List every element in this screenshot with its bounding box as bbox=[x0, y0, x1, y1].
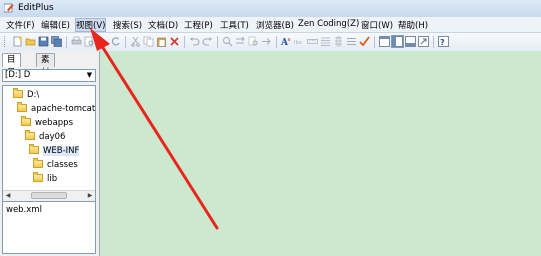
directory-panel: 目录 素材 [D:] D ▼ D:\ apache-tomcat-6 webap… bbox=[0, 51, 100, 256]
print-preview-icon[interactable] bbox=[84, 36, 95, 47]
line-number-icon[interactable] bbox=[320, 36, 331, 47]
tree-node-day06[interactable]: day06 bbox=[25, 130, 66, 143]
toolbar-grip[interactable] bbox=[4, 36, 8, 47]
check-mark-icon[interactable] bbox=[359, 36, 370, 47]
replace-icon[interactable] bbox=[235, 36, 246, 47]
folder-icon bbox=[17, 102, 27, 112]
drive-select-value: [D:] D bbox=[5, 70, 31, 80]
toggle-list-icon[interactable] bbox=[346, 36, 357, 47]
tree-node-label: classes bbox=[47, 160, 78, 170]
tree-node-drive[interactable]: D:\ bbox=[13, 88, 40, 101]
menu-edit[interactable]: 编辑(E) bbox=[41, 19, 70, 31]
tree-node-apache-tomcat[interactable]: apache-tomcat-6 bbox=[17, 102, 96, 115]
tree-node-classes[interactable]: classes bbox=[33, 158, 78, 171]
folder-icon bbox=[33, 172, 43, 182]
spell-check-icon[interactable]: ab bbox=[97, 36, 108, 47]
find-icon[interactable] bbox=[222, 36, 233, 47]
tree-node-webapps[interactable]: webapps bbox=[21, 116, 74, 129]
menu-browser[interactable]: 浏览器(B) bbox=[256, 19, 294, 31]
menu-bar: 文件(F) 编辑(E) 视图(V) 搜索(S) 文档(D) 工程(P) 工具(T… bbox=[0, 17, 541, 32]
folder-icon bbox=[25, 130, 35, 140]
cut-icon[interactable] bbox=[130, 36, 141, 47]
menu-document[interactable]: 文档(D) bbox=[148, 19, 178, 31]
folder-icon bbox=[33, 158, 43, 168]
toolbar-separator bbox=[276, 36, 277, 48]
undo-icon[interactable] bbox=[189, 36, 200, 47]
menu-zen-coding[interactable]: Zen Coding(Z) bbox=[298, 19, 359, 29]
output-window-icon[interactable] bbox=[405, 36, 416, 47]
open-folder-icon[interactable] bbox=[25, 36, 36, 47]
menu-search[interactable]: 搜索(S) bbox=[113, 19, 142, 31]
find-in-files-icon[interactable] bbox=[248, 36, 259, 47]
toolbar-separator bbox=[374, 36, 375, 48]
svg-text:?: ? bbox=[440, 38, 445, 47]
fullscreen-icon[interactable] bbox=[418, 36, 429, 47]
file-item-web-xml[interactable]: web.xml bbox=[6, 205, 42, 215]
title-bar: EditPlus bbox=[0, 0, 541, 18]
toolbar-separator bbox=[66, 36, 67, 48]
toolbar-separator bbox=[184, 36, 185, 48]
save-icon[interactable] bbox=[38, 36, 49, 47]
tab-cliptext[interactable]: 素材 bbox=[36, 53, 55, 78]
word-wrap-icon[interactable]: lbs bbox=[294, 36, 305, 47]
menu-window[interactable]: 窗口(W) bbox=[361, 19, 393, 31]
drive-select[interactable]: [D:] D ▼ bbox=[2, 69, 96, 82]
new-file-icon[interactable] bbox=[12, 36, 23, 47]
svg-text:a: a bbox=[288, 37, 291, 43]
file-list[interactable]: web.xml bbox=[2, 201, 96, 254]
tree-node-label: WEB-INF bbox=[43, 146, 80, 156]
scroll-right-icon[interactable]: ▶ bbox=[85, 191, 95, 201]
menu-help[interactable]: 帮助(H) bbox=[398, 19, 428, 31]
svg-text:ab: ab bbox=[98, 38, 106, 45]
horizontal-scrollbar[interactable]: ◀ ▶ bbox=[3, 190, 95, 201]
copy-icon[interactable] bbox=[143, 36, 154, 47]
refresh-icon[interactable] bbox=[110, 36, 121, 47]
svg-text:lbs: lbs bbox=[294, 40, 302, 46]
folder-icon bbox=[13, 88, 23, 98]
ruler-icon[interactable] bbox=[307, 36, 318, 47]
print-icon[interactable] bbox=[71, 36, 82, 47]
menu-project[interactable]: 工程(P) bbox=[184, 19, 213, 31]
tree-node-web-inf[interactable]: WEB-INF bbox=[29, 144, 80, 157]
tree-node-label: webapps bbox=[35, 118, 74, 128]
tree-node-label: apache-tomcat-6 bbox=[31, 104, 96, 114]
tree-node-label: D:\ bbox=[27, 90, 40, 100]
tree-node-lib[interactable]: lib bbox=[33, 172, 58, 185]
scrollbar-thumb[interactable] bbox=[31, 192, 67, 199]
tab-directory[interactable]: 目录 bbox=[2, 53, 21, 78]
directory-window-icon[interactable] bbox=[379, 36, 390, 47]
tree-node-label: day06 bbox=[39, 132, 66, 142]
toolbar-separator bbox=[433, 36, 434, 48]
toolbar: ab Aa lbs ? bbox=[0, 32, 541, 52]
editor-area[interactable] bbox=[100, 51, 541, 256]
paste-icon[interactable] bbox=[156, 36, 167, 47]
column-select-icon[interactable] bbox=[333, 36, 344, 47]
scroll-left-icon[interactable]: ◀ bbox=[3, 191, 13, 201]
save-all-icon[interactable] bbox=[51, 36, 62, 47]
chevron-down-icon[interactable]: ▼ bbox=[85, 71, 94, 80]
font-icon[interactable]: Aa bbox=[281, 36, 292, 47]
menu-tools[interactable]: 工具(T) bbox=[220, 19, 249, 31]
redo-icon[interactable] bbox=[202, 36, 213, 47]
editplus-app-icon bbox=[4, 3, 14, 13]
delete-icon[interactable] bbox=[169, 36, 180, 47]
open-folder-icon bbox=[29, 144, 39, 154]
goto-line-icon[interactable] bbox=[261, 36, 272, 47]
menu-file[interactable]: 文件(F) bbox=[6, 19, 35, 31]
toolbar-separator bbox=[125, 36, 126, 48]
folder-icon bbox=[21, 116, 31, 126]
tree-node-label: lib bbox=[47, 174, 58, 184]
window-title: EditPlus bbox=[18, 3, 54, 13]
toolbar-separator bbox=[217, 36, 218, 48]
menu-view[interactable]: 视图(V) bbox=[74, 18, 107, 32]
help-icon[interactable]: ? bbox=[438, 36, 449, 47]
cliptext-window-icon[interactable] bbox=[391, 35, 404, 48]
